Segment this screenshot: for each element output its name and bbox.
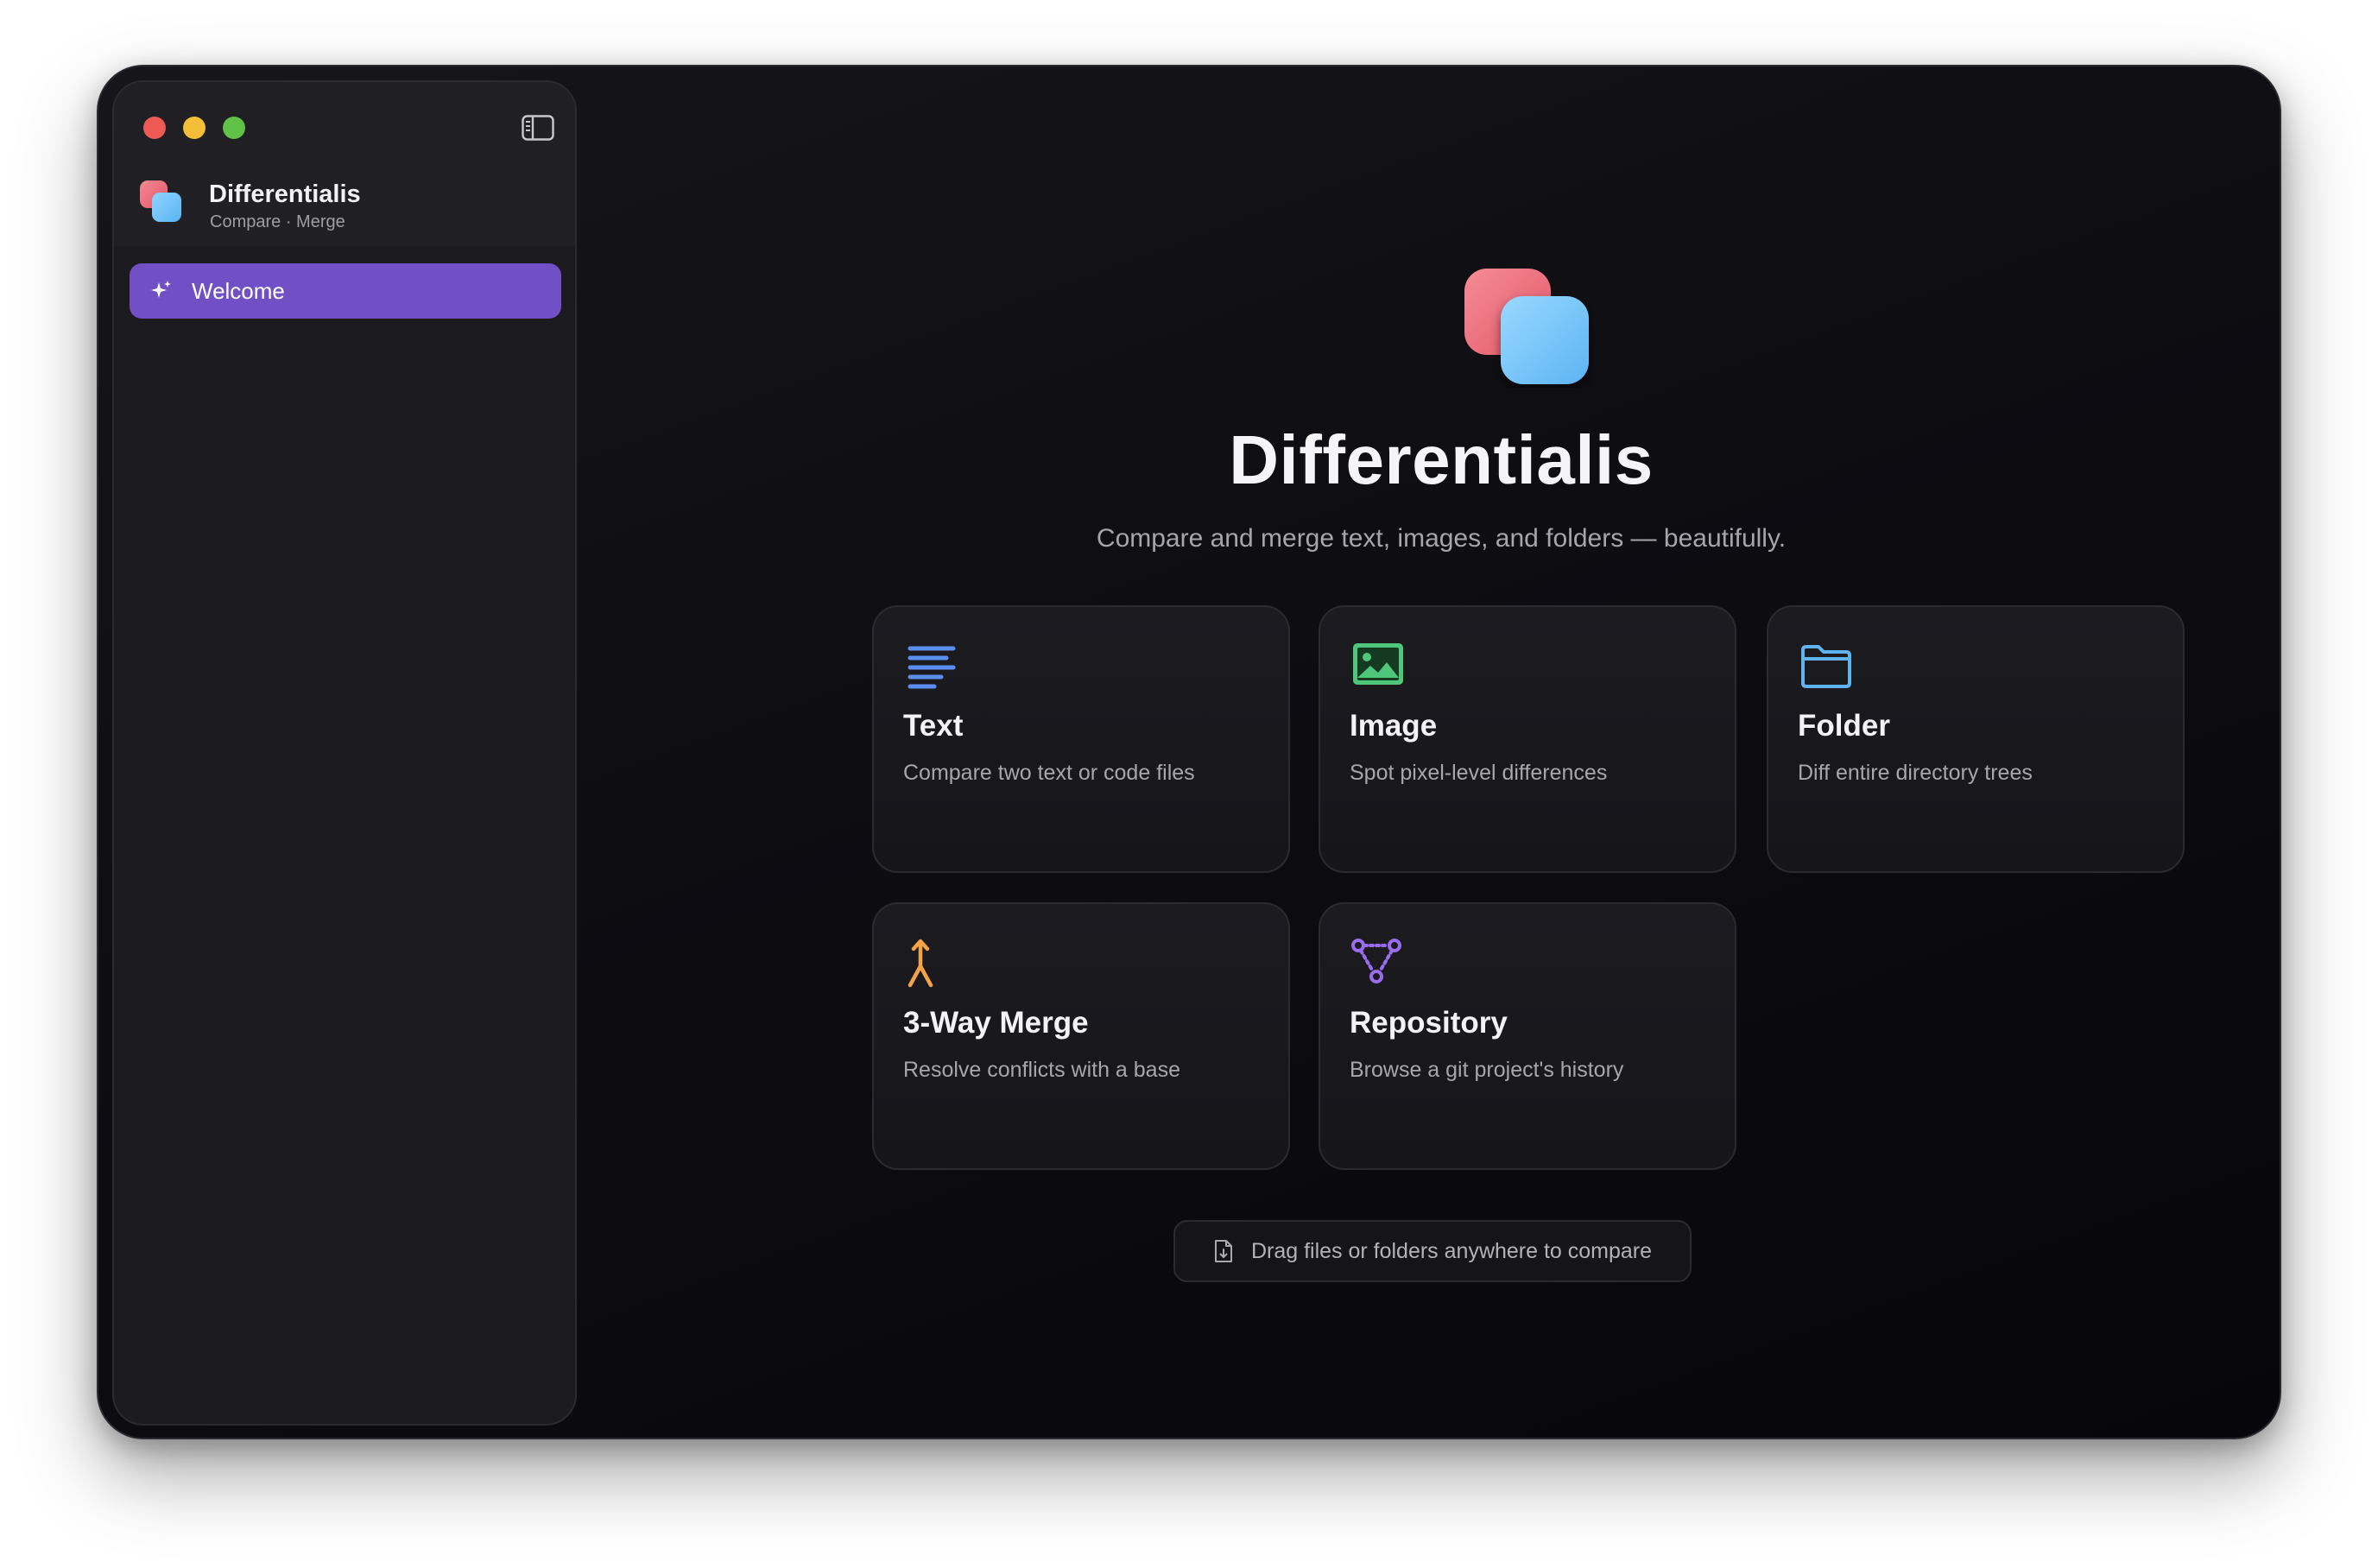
card-title: 3-Way Merge [903,1006,1089,1040]
app-window: Differentialis Compare · Merge Welcome D… [97,65,2281,1439]
three-way-merge-card[interactable]: 3-Way Merge Resolve conflicts with a bas… [872,902,1290,1170]
welcome-pane: Differentialis Compare and merge text, i… [591,66,2280,1438]
sidebar-item-label: Welcome [192,277,285,304]
card-title: Folder [1798,709,1890,743]
card-description: Diff entire directory trees [1798,761,2033,785]
text-compare-card[interactable]: Text Compare two text or code files [872,605,1290,873]
card-title: Text [903,709,964,743]
document-icon [1214,1240,1232,1262]
folder-icon [1801,645,1851,688]
card-title: Repository [1350,1006,1508,1040]
image-icon [1353,643,1403,685]
app-name: Differentialis [209,180,361,208]
card-description: Spot pixel-level differences [1350,761,1608,785]
drop-hint: Drag files or folders anywhere to compar… [1173,1220,1692,1282]
hero-title: Differentialis [1229,421,1654,498]
sidebar-item-welcome[interactable]: Welcome [130,263,561,319]
card-description: Compare two text or code files [903,761,1195,785]
zoom-window-button[interactable] [223,117,245,139]
drop-hint-label: Drag files or folders anywhere to compar… [1250,1238,1653,1263]
folder-compare-card[interactable]: Folder Diff entire directory trees [1767,605,2185,873]
sidebar: Differentialis Compare · Merge Welcome [112,80,577,1426]
card-title: Image [1350,709,1438,743]
sidebar-toggle-icon[interactable] [522,115,554,141]
image-compare-card[interactable]: Image Spot pixel-level differences [1319,605,1736,873]
repository-icon [1351,939,1401,983]
card-description: Browse a git project's history [1350,1058,1624,1082]
hero-logo-icon [1464,269,1589,384]
app-subtitle: Compare · Merge [210,212,345,231]
app-logo-icon [140,180,181,222]
sparkle-icon [151,281,171,298]
card-description: Resolve conflicts with a base [903,1058,1180,1082]
close-window-button[interactable] [143,117,166,139]
merge-icon [908,939,933,988]
minimize-window-button[interactable] [183,117,206,139]
text-lines-icon [908,646,956,689]
repository-card[interactable]: Repository Browse a git project's histor… [1319,902,1736,1170]
hero-subtitle: Compare and merge text, images, and fold… [1096,524,1787,553]
